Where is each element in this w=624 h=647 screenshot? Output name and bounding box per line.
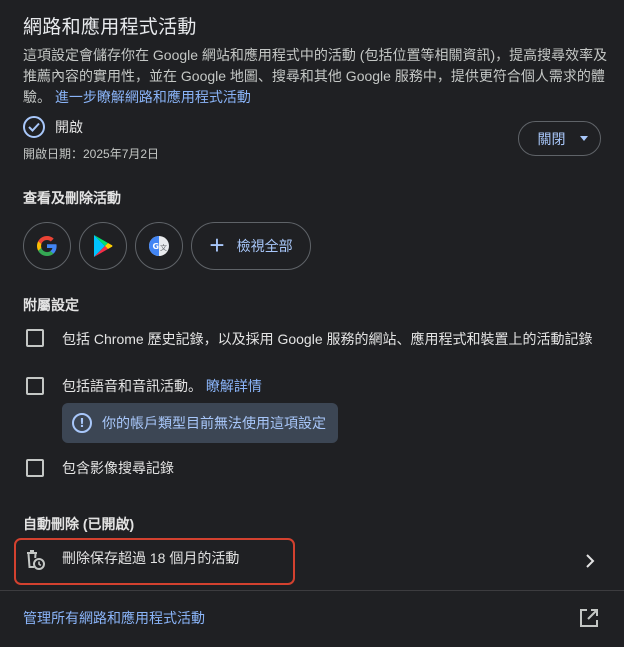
google-translate-icon: G 文 (149, 236, 169, 256)
chrome-history-checkbox[interactable] (26, 329, 44, 347)
check-circle-icon (23, 116, 45, 138)
caret-down-icon (579, 136, 588, 141)
status-date: 開啟日期：2025年7月2日 (23, 147, 160, 161)
google-play-icon (94, 235, 113, 257)
page-title: 網路和應用程式活動 (23, 17, 197, 38)
delete-schedule-icon (27, 550, 45, 570)
auto-delete-title: 自動刪除 (已開啟) (23, 516, 135, 532)
view-all-label: 檢視全部 (236, 238, 293, 254)
audio-activity-checkbox[interactable] (26, 377, 44, 395)
audio-activity-label: 包括語音和音訊活動。 瞭解詳情 (62, 376, 262, 396)
turn-off-label: 關閉 (537, 130, 566, 147)
image-search-checkbox[interactable] (26, 459, 44, 477)
info-message-text: 你的帳戶類型目前無法使用這項設定 (102, 415, 326, 431)
sub-settings-title: 附屬設定 (23, 297, 79, 313)
status-row: 開啟 (23, 116, 83, 138)
status-label: 開啟 (55, 119, 83, 135)
google-app-button[interactable] (23, 222, 71, 270)
description: 這項設定會儲存你在 Google 網站和應用程式中的活動 (包括位置等相關資訊)… (23, 45, 613, 108)
turn-off-button[interactable]: 關閉 (518, 121, 601, 156)
manage-activity-link[interactable]: 管理所有網路和應用程式活動 (23, 608, 205, 628)
open-in-new-icon[interactable] (579, 608, 599, 628)
audio-activity-text: 包括語音和音訊活動。 (62, 378, 202, 394)
auto-delete-rule-label: 刪除保存超過 18 個月的活動 (62, 550, 240, 566)
chevron-right-icon[interactable] (583, 553, 597, 569)
plus-icon: + (209, 229, 225, 260)
divider (0, 590, 624, 591)
svg-text:G: G (153, 242, 160, 251)
google-translate-app-button[interactable]: G 文 (135, 222, 183, 270)
view-delete-title: 查看及刪除活動 (23, 190, 121, 206)
learn-more-link[interactable]: 進一步瞭解網路和應用程式活動 (55, 89, 251, 105)
google-icon (37, 236, 57, 256)
image-search-label: 包含影像搜尋記錄 (62, 460, 174, 476)
info-icon: ! (72, 413, 92, 433)
view-all-button[interactable]: + 檢視全部 (191, 222, 311, 270)
google-play-app-button[interactable] (79, 222, 127, 270)
info-message-box: ! 你的帳戶類型目前無法使用這項設定 (62, 403, 338, 443)
svg-text:文: 文 (160, 243, 167, 252)
chrome-history-label: 包括 Chrome 歷史記錄，以及採用 Google 服務的網站、應用程式和裝置… (62, 331, 593, 347)
audio-learn-more-link[interactable]: 瞭解詳情 (206, 378, 262, 394)
